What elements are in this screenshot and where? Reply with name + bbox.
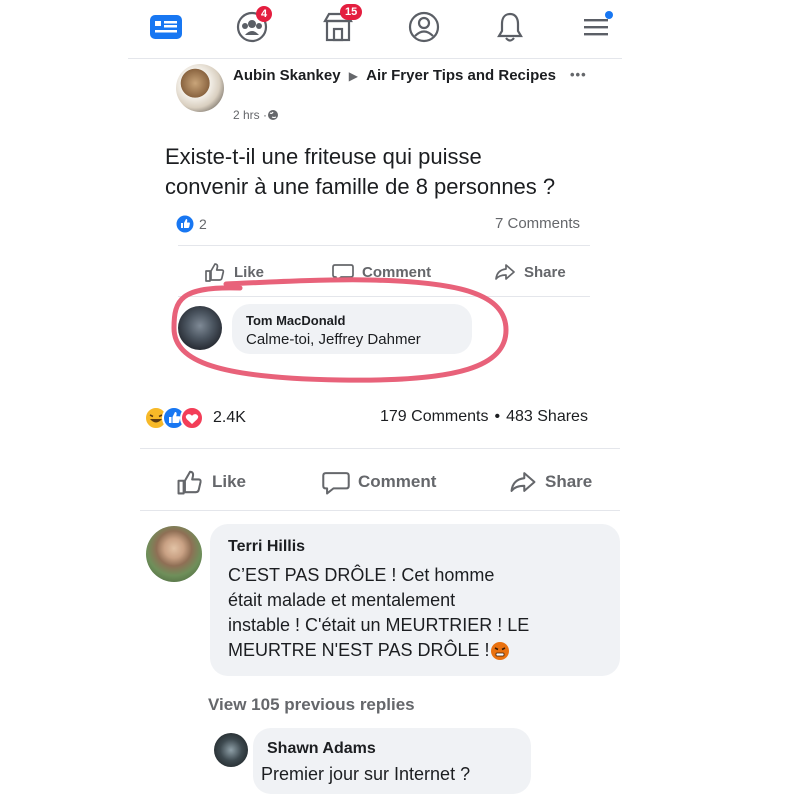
comment-line: était malade et mentalement [228,590,456,610]
post-author-name[interactable]: Aubin Skankey [233,67,341,84]
divider [140,448,620,449]
post-text-line: Existe-t-il une friteuse qui puisse [165,144,482,169]
comment-bubble: Terri Hillis C’EST PAS DRÔLE ! Cet homme… [210,524,620,676]
comment-author[interactable]: Terri Hillis [228,538,305,556]
friends-badge: 4 [256,6,273,22]
share-button[interactable]: Share [509,469,592,495]
profile-icon[interactable] [404,10,444,44]
comment-line: instable ! C'était un MEURTRIER ! LE [228,615,530,635]
comments-total[interactable]: 179 Comments [380,408,489,426]
highlight-circle-annotation [171,277,509,383]
comment-text: C’EST PAS DRÔLE ! Cet homme était malade… [228,563,529,663]
author-avatar[interactable] [176,64,224,112]
reactions-summary[interactable]: 2.4K [143,405,246,431]
comment-icon [322,472,350,495]
arrow-right-icon: ▶ [348,69,358,83]
angry-emoji-icon [490,641,509,660]
group-name[interactable]: Air Fryer Tips and Recipes [366,67,556,84]
marketplace-badge: 15 [340,4,363,20]
comments-count[interactable]: 7 Comments [495,215,580,232]
stats-separator: • [494,408,501,425]
reply-text: Premier jour sur Internet ? [261,764,471,784]
comment-line: C’EST PAS DRÔLE ! Cet homme [228,565,495,585]
menu-icon[interactable] [576,10,616,44]
share-icon [510,472,536,492]
commenter-avatar[interactable] [146,526,202,582]
marketplace-icon[interactable]: 15 [318,4,363,44]
post-meta: 2 hrs · [233,108,279,122]
post-reactions[interactable]: 2 [176,215,207,233]
globe-icon [268,110,279,120]
like-button[interactable]: Like [176,469,246,495]
comment-label: Comment [358,472,437,491]
thumbs-up-icon [177,470,202,495]
view-previous-replies-link[interactable]: View 105 previous replies [208,695,415,715]
comment-button[interactable]: Comment [322,469,436,495]
notifications-bell-icon[interactable] [490,10,530,44]
share-label: Share [524,263,566,281]
nav-divider [128,58,622,59]
post-stats: 179 Comments • 483 Shares [380,408,588,426]
post-text: Existe-t-il une friteuse qui puisse conv… [165,142,555,202]
divider [178,245,590,246]
comment-line-text: MEURTRE N'EST PAS DRÔLE ! [228,640,490,660]
comment-line: MEURTRE N'EST PAS DRÔLE ! [228,638,529,663]
reaction-total: 2.4K [213,409,246,426]
divider [140,510,620,511]
reply-author[interactable]: Shawn Adams [267,740,376,758]
share-label: Share [545,472,593,491]
like-reaction-icon [176,215,194,233]
post-header: Aubin Skankey ▶ Air Fryer Tips and Recip… [233,66,563,86]
post-text-line: convenir à une famille de 8 personnes ? [165,174,556,199]
more-options-icon[interactable]: ••• [570,67,587,82]
reaction-icons [144,406,204,430]
news-feed-icon[interactable] [146,10,186,44]
reply-bubble: Shawn Adams Premier jour sur Internet ? [253,728,531,794]
friends-icon[interactable]: 4 [232,6,273,44]
post-time[interactable]: 2 hrs · [233,108,267,122]
reply-avatar[interactable] [214,733,248,767]
shares-total[interactable]: 483 Shares [506,408,588,426]
like-label: Like [212,472,247,491]
reaction-count: 2 [199,216,207,232]
